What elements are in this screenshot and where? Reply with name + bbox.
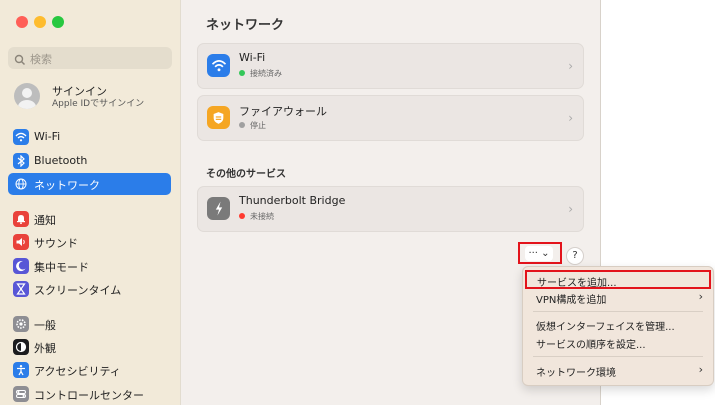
page-title: ネットワーク	[206, 18, 285, 33]
menu-item-label: VPN構成を追加	[536, 295, 607, 306]
service-row-thunderbolt-bridge[interactable]: Thunderbolt Bridge 未接続 ›	[197, 186, 584, 232]
sidebar-item-label: アクセシビリティ	[34, 365, 121, 378]
sidebar-item-accessibility[interactable]: アクセシビリティ	[8, 359, 171, 381]
search-icon	[14, 51, 26, 70]
service-status-text: 接続済み	[250, 69, 282, 78]
menu-item-label: サービスの順序を設定...	[536, 340, 646, 351]
accessibility-icon	[13, 362, 29, 378]
more-actions-label: ··· ⌄	[525, 246, 553, 261]
help-button[interactable]: ?	[566, 247, 584, 265]
chevron-right-icon: ›	[568, 202, 573, 216]
minimize-window-button[interactable]	[34, 16, 46, 28]
sidebar-item-general[interactable]: 一般	[8, 313, 171, 335]
sidebar-item-label: スクリーンタイム	[34, 284, 122, 297]
service-status: 接続済み	[239, 68, 282, 79]
sidebar-item-label: ネットワーク	[34, 179, 100, 192]
status-dot	[239, 122, 245, 128]
gear-icon	[13, 316, 29, 332]
avatar	[14, 83, 40, 109]
menu-item-add-vpn-config[interactable]: VPN構成を追加 ›	[527, 289, 709, 306]
bell-icon	[13, 211, 29, 227]
service-name: Thunderbolt Bridge	[239, 194, 346, 207]
status-dot	[239, 213, 245, 219]
search-placeholder: 検索	[30, 53, 52, 66]
hourglass-icon	[13, 281, 29, 297]
service-row-firewall[interactable]: ファイアウォール 停止 ›	[197, 95, 584, 141]
sidebar-item-appearance[interactable]: 外観	[8, 336, 171, 358]
menu-item-manage-virtual-interfaces[interactable]: 仮想インターフェイスを管理...	[527, 316, 709, 333]
sidebar-item-label: サウンド	[34, 237, 78, 250]
zoom-window-button[interactable]	[52, 16, 64, 28]
more-actions-button[interactable]: ··· ⌄	[518, 242, 562, 264]
sidebar-item-control-center[interactable]: コントロールセンター	[8, 383, 171, 405]
menu-item-label: 仮想インターフェイスを管理...	[536, 322, 675, 333]
service-name: ファイアウォール	[239, 105, 327, 118]
chevron-right-icon: ›	[698, 290, 703, 303]
menu-separator	[533, 356, 703, 357]
service-status: 未接続	[239, 211, 274, 222]
account-subtitle: Apple IDでサインイン	[52, 99, 145, 109]
wifi-icon	[207, 54, 230, 77]
sidebar-item-screen-time[interactable]: スクリーンタイム	[8, 278, 171, 300]
chevron-right-icon: ›	[568, 59, 573, 73]
sidebar-item-label: Wi-Fi	[34, 130, 61, 143]
firewall-icon	[207, 106, 230, 129]
appearance-icon	[13, 339, 29, 355]
sidebar-item-bluetooth[interactable]: Bluetooth	[8, 150, 171, 172]
menu-separator	[533, 311, 703, 312]
sidebar-item-wifi[interactable]: Wi-Fi	[8, 126, 171, 148]
service-row-wifi[interactable]: Wi-Fi 接続済み ›	[197, 43, 584, 89]
sidebar-item-label: Bluetooth	[34, 154, 88, 167]
sidebar-item-sound[interactable]: サウンド	[8, 231, 171, 253]
control-center-icon	[13, 386, 29, 402]
sidebar-item-label: 集中モード	[34, 261, 89, 274]
sidebar-item-notifications[interactable]: 通知	[8, 208, 171, 230]
sidebar: 検索 サインイン Apple IDでサインイン Wi-Fi Bluetooth	[0, 0, 181, 405]
sidebar-item-label: 一般	[34, 319, 56, 332]
chevron-right-icon: ›	[568, 111, 573, 125]
sidebar-item-label: 外観	[34, 342, 56, 355]
sidebar-item-network[interactable]: ネットワーク	[8, 173, 171, 195]
close-window-button[interactable]	[16, 16, 28, 28]
menu-item-label: サービスを追加...	[537, 278, 617, 289]
menu-item-locations[interactable]: ネットワーク環境 ›	[527, 362, 709, 379]
search-input[interactable]: 検索	[8, 47, 172, 69]
service-status-text: 未接続	[250, 212, 274, 221]
chevron-right-icon: ›	[698, 363, 703, 376]
globe-icon	[13, 176, 29, 192]
actions-dropdown-menu: サービスを追加... VPN構成を追加 › 仮想インターフェイスを管理... サ…	[522, 266, 714, 386]
service-name: Wi-Fi	[239, 51, 266, 64]
service-status: 停止	[239, 120, 266, 131]
menu-item-label: ネットワーク環境	[536, 368, 616, 379]
bluetooth-icon	[13, 153, 29, 169]
menu-item-set-service-order[interactable]: サービスの順序を設定...	[527, 334, 709, 351]
menu-item-add-service[interactable]: サービスを追加...	[525, 270, 711, 289]
wifi-icon	[13, 129, 29, 145]
service-status-text: 停止	[250, 121, 266, 130]
thunderbolt-icon	[207, 197, 230, 220]
settings-window: 検索 サインイン Apple IDでサインイン Wi-Fi Bluetooth	[0, 0, 601, 405]
speaker-icon	[13, 234, 29, 250]
status-dot	[239, 70, 245, 76]
section-title-other-services: その他のサービス	[206, 169, 286, 180]
moon-icon	[13, 258, 29, 274]
sidebar-item-label: コントロールセンター	[34, 389, 144, 402]
sidebar-item-label: 通知	[34, 214, 56, 227]
sidebar-item-focus[interactable]: 集中モード	[8, 255, 171, 277]
